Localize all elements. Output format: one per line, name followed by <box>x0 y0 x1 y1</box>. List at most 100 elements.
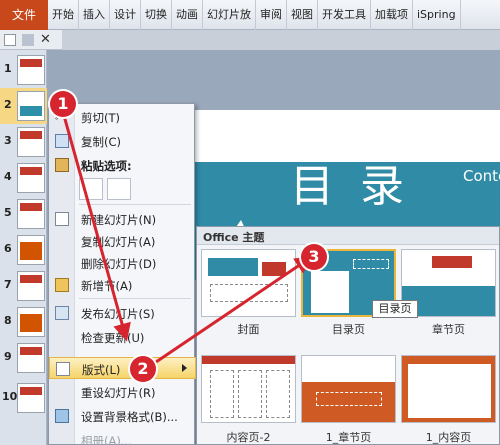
menu-item-reset-slide[interactable]: 重设幻灯片(R) <box>49 381 196 403</box>
close-icon[interactable]: ✕ <box>40 33 52 46</box>
slide-preview <box>17 127 45 157</box>
layout-preview <box>401 355 496 423</box>
thumbnail-slide-3[interactable]: 3 <box>0 124 47 160</box>
menu-label: 版式(L) <box>82 363 121 377</box>
menu-label: 新建幻灯片(N) <box>81 213 157 227</box>
thumbnail-slide-8[interactable]: 8 <box>0 304 47 340</box>
thumbnail-slide-7[interactable]: 7 <box>0 268 47 304</box>
slides-view-icon[interactable] <box>4 33 16 46</box>
step-badge-1: 1 <box>50 91 76 117</box>
step-badge-3: 3 <box>301 244 327 270</box>
slide-number: 8 <box>4 314 12 327</box>
menu-item-duplicate-slide[interactable]: 复制幻灯片(A) <box>49 230 196 252</box>
layout-name: 目录页 <box>332 323 365 336</box>
tab-design[interactable]: 设计 <box>110 0 141 30</box>
tab-ispring[interactable]: iSpring <box>413 0 461 30</box>
clipboard-icon <box>55 158 69 172</box>
layout-gallery: Office 主题 封面 目录页 章节页 内容页-2 1_章节页 1_内容页 <box>196 226 500 445</box>
slide-preview <box>17 235 45 265</box>
paste-keep-formatting-icon[interactable] <box>79 178 103 200</box>
tab-slideshow[interactable]: 幻灯片放 <box>203 0 256 30</box>
menu-label: 相册(A)... <box>81 434 132 445</box>
slide-preview <box>17 271 45 301</box>
layout-name: 1_章节页 <box>325 431 372 444</box>
menu-item-check-updates[interactable]: 检查更新(U) <box>49 326 196 348</box>
menu-label: 粘贴选项: <box>81 159 132 173</box>
step-badge-2: 2 <box>130 356 156 382</box>
gallery-title: Office 主题 <box>203 231 265 244</box>
slide-number: 7 <box>4 278 12 291</box>
menu-item-new-slide[interactable]: 新建幻灯片(N) <box>49 208 196 230</box>
file-tab[interactable]: 文件 <box>0 0 48 30</box>
slide-number: 3 <box>4 134 12 147</box>
tab-home[interactable]: 开始 <box>48 0 79 30</box>
menu-label: 复制(C) <box>81 135 122 149</box>
menu-item-publish-slides[interactable]: 发布幻灯片(S) <box>49 302 196 324</box>
paste-picture-icon[interactable] <box>107 178 131 200</box>
slide-preview <box>17 55 45 85</box>
menu-item-delete-slide[interactable]: 删除幻灯片(D) <box>49 252 196 274</box>
layout-preview <box>201 249 296 317</box>
background-icon <box>55 409 69 423</box>
slide-number: 10 <box>2 390 18 403</box>
menu-item-format-background[interactable]: 设置背景格式(B)... <box>49 405 196 427</box>
menu-label: 设置背景格式(B)... <box>81 410 178 424</box>
slide-preview <box>17 383 45 413</box>
slide-number: 1 <box>4 62 12 75</box>
slide-number: 4 <box>4 170 12 183</box>
tab-transitions[interactable]: 切换 <box>141 0 172 30</box>
menu-item-new-section[interactable]: 新增节(A) <box>49 274 196 296</box>
layout-icon <box>56 362 70 376</box>
tab-review[interactable]: 审阅 <box>256 0 287 30</box>
menu-label: 复制幻灯片(A) <box>81 235 156 249</box>
layout-name: 内容页-2 <box>226 431 271 444</box>
layout-preview <box>201 355 296 423</box>
layout-tooltip: 目录页 <box>372 300 418 318</box>
menu-item-paste-options: 粘贴选项: <box>49 154 196 176</box>
layout-preview <box>301 355 396 423</box>
tab-insert[interactable]: 插入 <box>79 0 110 30</box>
submenu-arrow-icon <box>182 364 187 372</box>
slide-number: 6 <box>4 242 12 255</box>
menu-item-layout[interactable]: 版式(L) <box>49 357 196 379</box>
slide-preview <box>17 343 45 373</box>
menu-label: 检查更新(U) <box>81 331 145 345</box>
slide-preview <box>17 307 45 337</box>
thumbnail-slide-10[interactable]: 10 <box>0 380 47 416</box>
menu-label: 重设幻灯片(R) <box>81 386 156 400</box>
tab-view[interactable]: 视图 <box>287 0 318 30</box>
thumbnail-slide-4[interactable]: 4 <box>0 160 47 196</box>
layout-name: 章节页 <box>432 323 465 336</box>
menu-label: 删除幻灯片(D) <box>81 257 157 271</box>
menu-label: 剪切(T) <box>81 111 120 125</box>
menu-label: 发布幻灯片(S) <box>81 307 155 321</box>
thumbnail-slide-9[interactable]: 9 <box>0 340 47 376</box>
thumbnail-slide-1[interactable]: 1 <box>0 52 47 88</box>
layout-name: 1_内容页 <box>425 431 472 444</box>
tab-developer[interactable]: 开发工具 <box>318 0 371 30</box>
ribbon: 文件 开始 插入 设计 切换 动画 幻灯片放 审阅 视图 开发工具 加载项 iS… <box>0 0 500 30</box>
slide-preview <box>17 199 45 229</box>
slides-thumbnail-panel: 1 2 3 4 5 6 7 8 9 10 <box>0 50 47 445</box>
menu-separator <box>79 204 191 205</box>
menu-separator <box>79 298 191 299</box>
slide-preview <box>17 163 45 193</box>
slide-subtitle[interactable]: Conte <box>463 167 500 185</box>
menu-item-copy[interactable]: 复制(C) <box>49 130 196 152</box>
tab-addins[interactable]: 加载项 <box>371 0 413 30</box>
gallery-header: Office 主题 <box>197 227 499 245</box>
outline-view-icon[interactable] <box>22 33 34 46</box>
copy-icon <box>55 134 69 148</box>
section-icon <box>55 278 69 292</box>
slide-title[interactable]: 目 录 <box>290 150 410 214</box>
tab-animations[interactable]: 动画 <box>172 0 203 30</box>
slide-number: 9 <box>4 350 12 363</box>
thumbnail-slide-6[interactable]: 6 <box>0 232 47 268</box>
thumbnail-slide-5[interactable]: 5 <box>0 196 47 232</box>
publish-icon <box>55 306 69 320</box>
thumbnail-slide-2[interactable]: 2 <box>0 88 47 124</box>
slide-preview <box>17 91 45 121</box>
context-menu: ✂ 剪切(T) 复制(C) 粘贴选项: 新建幻灯片(N) 复制幻灯片(A) 删除… <box>48 103 196 445</box>
slide-number: 2 <box>4 98 12 111</box>
menu-item-photo-album: 相册(A)... <box>49 429 196 445</box>
